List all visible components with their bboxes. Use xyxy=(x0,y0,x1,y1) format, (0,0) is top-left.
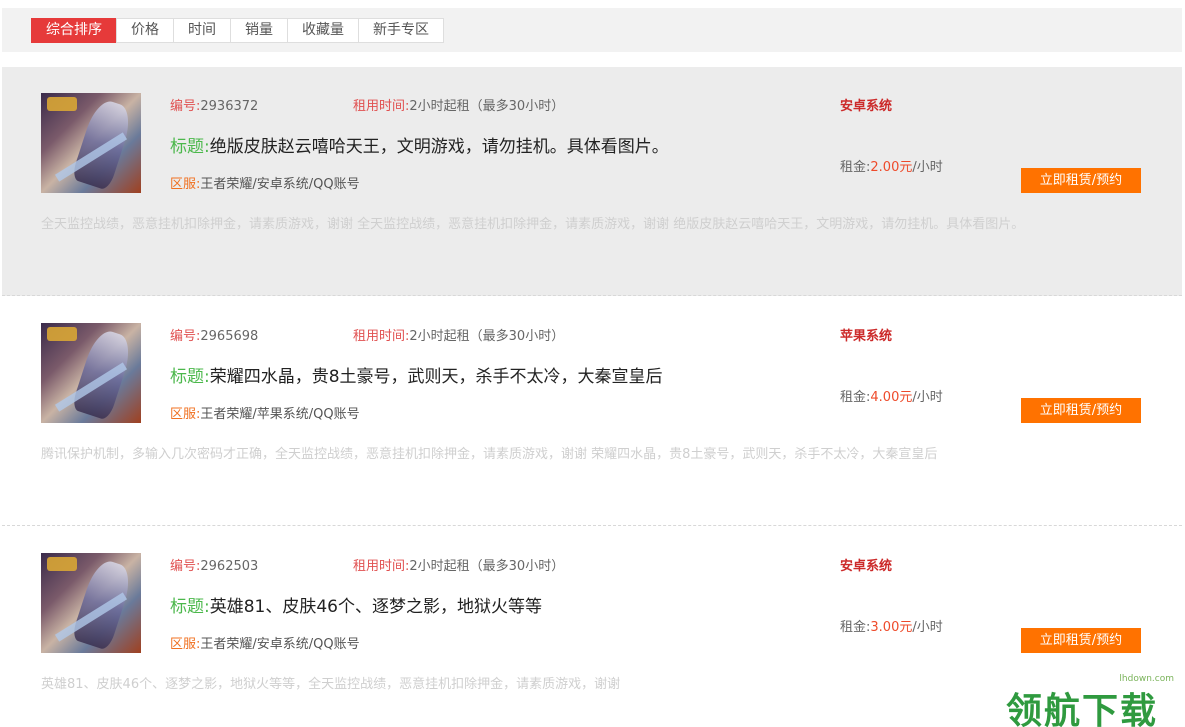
price-label: 租金: xyxy=(840,160,871,175)
rent-price: 租金:3.00元/小时 xyxy=(840,616,943,635)
title-label: 标题: xyxy=(170,367,210,387)
sort-bar: 综合排序 价格 时间 销量 收藏量 新手专区 xyxy=(2,8,1182,52)
price-value: 4.00元 xyxy=(870,390,913,405)
rent-now-button[interactable]: 立即租赁/预约 xyxy=(1021,628,1141,653)
listing-id: 编号:2936372 xyxy=(170,95,258,114)
server-value: 王者荣耀/安卓系统/QQ账号 xyxy=(200,177,360,192)
game-thumbnail[interactable] xyxy=(41,93,141,193)
game-thumbnail[interactable] xyxy=(41,323,141,423)
id-label: 编号: xyxy=(170,99,201,114)
id-value: 2962503 xyxy=(200,559,259,574)
rent-time-value: 2小时起租（最多30小时） xyxy=(409,329,565,344)
sort-tab-price[interactable]: 价格 xyxy=(116,18,174,43)
listing-server: 区服:王者荣耀/苹果系统/QQ账号 xyxy=(170,403,360,422)
price-unit: /小时 xyxy=(912,620,943,635)
listing-description: 全天监控战绩，恶意挂机扣除押金，请素质游戏，谢谢 全天监控战绩，恶意挂机扣除押金… xyxy=(41,217,1025,232)
server-label: 区服: xyxy=(170,407,201,422)
rent-time-value: 2小时起租（最多30小时） xyxy=(409,559,565,574)
server-label: 区服: xyxy=(170,177,201,192)
title-label: 标题: xyxy=(170,137,210,157)
sort-tab-comprehensive[interactable]: 综合排序 xyxy=(31,18,117,43)
rent-time-value: 2小时起租（最多30小时） xyxy=(409,99,565,114)
system-badge: 安卓系统 xyxy=(840,559,893,574)
id-label: 编号: xyxy=(170,329,201,344)
rent-time-label: 租用时间: xyxy=(353,559,410,574)
price-value: 2.00元 xyxy=(870,160,913,175)
game-logo-icon xyxy=(47,557,77,571)
sort-tab-sales[interactable]: 销量 xyxy=(230,18,288,43)
server-value: 王者荣耀/苹果系统/QQ账号 xyxy=(200,407,360,422)
site-watermark: lhdown.com 领航下载 xyxy=(1000,668,1180,727)
game-logo-icon xyxy=(47,327,77,341)
sort-tab-newbie-zone[interactable]: 新手专区 xyxy=(358,18,444,43)
rent-time: 租用时间:2小时起租（最多30小时） xyxy=(353,95,564,114)
sort-tab-favorites[interactable]: 收藏量 xyxy=(287,18,359,43)
listing-server: 区服:王者荣耀/安卓系统/QQ账号 xyxy=(170,173,360,192)
watermark-logo: 领航下载 xyxy=(1006,691,1159,727)
rent-time-label: 租用时间: xyxy=(353,99,410,114)
item-divider xyxy=(2,525,1182,526)
id-value: 2936372 xyxy=(200,99,259,114)
rent-now-button[interactable]: 立即租赁/预约 xyxy=(1021,168,1141,193)
system-badge: 安卓系统 xyxy=(840,99,893,114)
title-value[interactable]: 荣耀四水晶，贵8土豪号，武则天，杀手不太冷，大秦宣皇后 xyxy=(210,367,663,387)
server-value: 王者荣耀/安卓系统/QQ账号 xyxy=(200,637,360,652)
listing-description: 腾讯保护机制，多输入几次密码才正确，全天监控战绩，恶意挂机扣除押金，请素质游戏，… xyxy=(41,447,938,462)
listing-title[interactable]: 标题:荣耀四水晶，贵8土豪号，武则天，杀手不太冷，大秦宣皇后 xyxy=(170,362,663,387)
title-value[interactable]: 绝版皮肤赵云嘻哈天王，文明游戏，请勿挂机。具体看图片。 xyxy=(210,137,669,157)
rent-time: 租用时间:2小时起租（最多30小时） xyxy=(353,325,564,344)
title-label: 标题: xyxy=(170,597,210,617)
listing-server: 区服:王者荣耀/安卓系统/QQ账号 xyxy=(170,633,360,652)
title-value[interactable]: 英雄81、皮肤46个、逐梦之影，地狱火等等 xyxy=(210,597,542,617)
rent-now-button[interactable]: 立即租赁/预约 xyxy=(1021,398,1141,423)
system-badge: 苹果系统 xyxy=(840,329,893,344)
rent-time-label: 租用时间: xyxy=(353,329,410,344)
listing-title[interactable]: 标题:英雄81、皮肤46个、逐梦之影，地狱火等等 xyxy=(170,592,542,617)
rent-time: 租用时间:2小时起租（最多30小时） xyxy=(353,555,564,574)
listing-description: 英雄81、皮肤46个、逐梦之影，地狱火等等，全天监控战绩，恶意挂机扣除押金，请素… xyxy=(41,677,621,692)
listing-id: 编号:2965698 xyxy=(170,325,258,344)
sort-tabs: 综合排序 价格 时间 销量 收藏量 新手专区 xyxy=(31,18,444,43)
game-thumbnail[interactable] xyxy=(41,553,141,653)
rent-price: 租金:2.00元/小时 xyxy=(840,156,943,175)
listing-id: 编号:2962503 xyxy=(170,555,258,574)
game-logo-icon xyxy=(47,97,77,111)
listing-item[interactable]: 编号:2936372 租用时间:2小时起租（最多30小时） 标题:绝版皮肤赵云嘻… xyxy=(2,67,1182,296)
rent-price: 租金:4.00元/小时 xyxy=(840,386,943,405)
id-value: 2965698 xyxy=(200,329,259,344)
id-label: 编号: xyxy=(170,559,201,574)
listing-item[interactable]: 编号:2965698 租用时间:2小时起租（最多30小时） 标题:荣耀四水晶，贵… xyxy=(2,297,1182,526)
price-label: 租金: xyxy=(840,620,871,635)
price-label: 租金: xyxy=(840,390,871,405)
item-divider xyxy=(2,295,1182,296)
listing-title[interactable]: 标题:绝版皮肤赵云嘻哈天王，文明游戏，请勿挂机。具体看图片。 xyxy=(170,132,669,157)
server-label: 区服: xyxy=(170,637,201,652)
price-unit: /小时 xyxy=(912,160,943,175)
sort-tab-time[interactable]: 时间 xyxy=(173,18,231,43)
price-value: 3.00元 xyxy=(870,620,913,635)
price-unit: /小时 xyxy=(912,390,943,405)
